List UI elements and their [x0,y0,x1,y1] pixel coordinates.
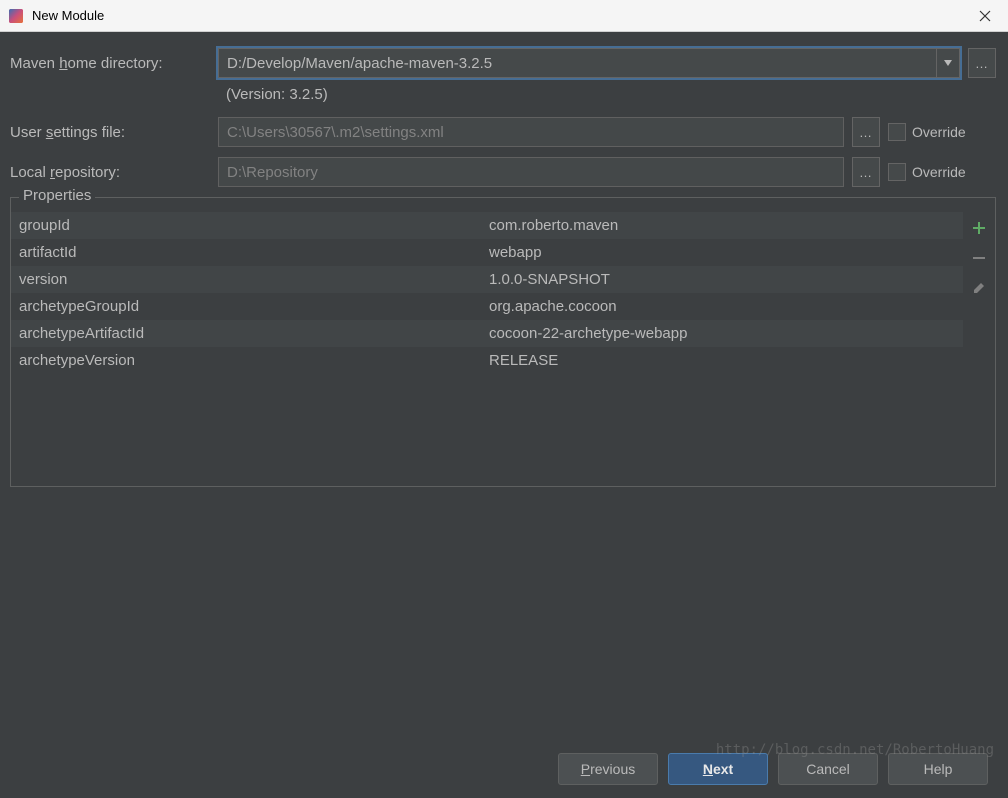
app-icon [8,8,24,24]
properties-group: Properties groupIdcom.roberto.mavenartif… [10,197,996,487]
maven-home-label: Maven home directory: [10,55,210,72]
repo-override-checkbox[interactable] [888,163,906,181]
table-row[interactable]: artifactIdwebapp [11,239,963,266]
content: Maven home directory: … (Version: 3.2.5)… [0,32,1008,487]
settings-file-input: C:\Users\30567\.m2\settings.xml [218,117,844,147]
property-key: groupId [19,217,489,234]
titlebar: New Module [0,0,1008,32]
property-value: 1.0.0-SNAPSHOT [489,271,955,288]
settings-override-label: Override [912,124,966,140]
maven-version-label: (Version: 3.2.5) [10,86,996,103]
properties-table[interactable]: groupIdcom.roberto.mavenartifactIdwebapp… [11,212,963,486]
table-row[interactable]: archetypeVersionRELEASE [11,347,963,374]
table-row[interactable]: archetypeArtifactIdcocoon-22-archetype-w… [11,320,963,347]
maven-home-dropdown-button[interactable] [936,48,960,78]
edit-property-button[interactable] [969,278,989,298]
local-repo-label: Local repository: [10,164,210,181]
property-key: archetypeGroupId [19,298,489,315]
close-button[interactable] [962,0,1008,32]
property-value: cocoon-22-archetype-webapp [489,325,955,342]
next-button[interactable]: Next [668,753,768,785]
maven-home-row: Maven home directory: … [10,48,996,78]
previous-button[interactable]: Previous [558,753,658,785]
local-repo-browse-button[interactable]: … [852,157,880,187]
window-title: New Module [32,8,104,23]
settings-override-cell: Override [888,123,996,141]
local-repo-row: Local repository: D:\Repository … Overri… [10,157,996,187]
local-repo-input: D:\Repository [218,157,844,187]
property-value: com.roberto.maven [489,217,955,234]
properties-tools [963,212,995,486]
cancel-button[interactable]: Cancel [778,753,878,785]
property-key: archetypeVersion [19,352,489,369]
add-property-button[interactable] [969,218,989,238]
maven-home-browse-button[interactable]: … [968,48,996,78]
settings-override-checkbox[interactable] [888,123,906,141]
remove-property-button[interactable] [969,248,989,268]
footer: Previous Next Cancel Help [0,740,1008,798]
property-key: archetypeArtifactId [19,325,489,342]
settings-file-browse-button[interactable]: … [852,117,880,147]
repo-override-cell: Override [888,163,996,181]
help-button[interactable]: Help [888,753,988,785]
settings-file-row: User settings file: C:\Users\30567\.m2\s… [10,117,996,147]
repo-override-label: Override [912,164,966,180]
property-value: org.apache.cocoon [489,298,955,315]
properties-legend: Properties [19,187,95,204]
table-row[interactable]: version1.0.0-SNAPSHOT [11,266,963,293]
table-row[interactable]: groupIdcom.roberto.maven [11,212,963,239]
property-value: RELEASE [489,352,955,369]
property-key: version [19,271,489,288]
settings-file-label: User settings file: [10,124,210,141]
property-key: artifactId [19,244,489,261]
table-row[interactable]: archetypeGroupIdorg.apache.cocoon [11,293,963,320]
maven-home-input[interactable] [218,48,936,78]
maven-home-combo[interactable] [218,48,960,78]
property-value: webapp [489,244,955,261]
